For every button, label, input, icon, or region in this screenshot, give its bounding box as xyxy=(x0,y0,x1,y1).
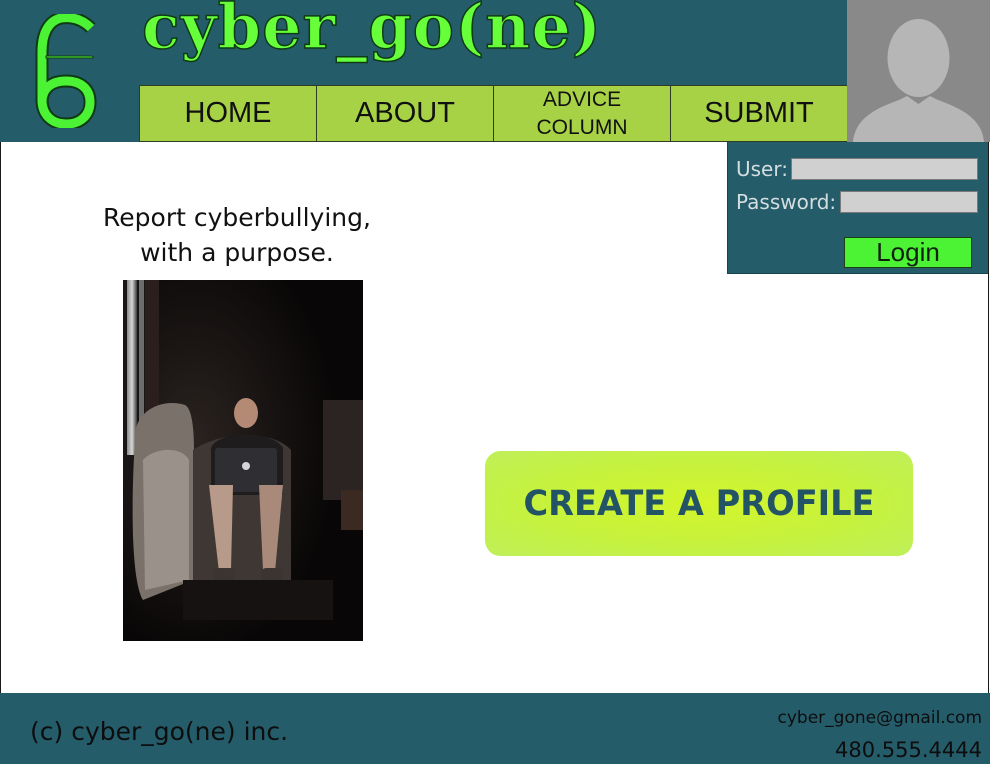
nav-advice-column[interactable]: ADVICE COLUMN xyxy=(494,85,671,142)
copyright-text: (c) cyber_go(ne) inc. xyxy=(30,717,289,746)
site-title: cyber_go(ne) xyxy=(141,0,603,64)
nav-about[interactable]: ABOUT xyxy=(317,85,494,142)
user-silhouette-icon xyxy=(853,19,984,142)
hero-tagline: Report cyberbullying, with a purpose. xyxy=(103,203,371,267)
contact-email[interactable]: cyber_gone@gmail.com xyxy=(778,708,983,728)
user-input[interactable] xyxy=(791,158,978,180)
login-panel: User: Password: Login xyxy=(727,142,989,274)
password-label: Password: xyxy=(736,190,837,214)
login-button[interactable]: Login xyxy=(844,237,972,268)
nav-submit[interactable]: SUBMIT xyxy=(671,85,848,142)
password-input[interactable] xyxy=(840,191,978,213)
main-nav: HOME ABOUT ADVICE COLUMN SUBMIT xyxy=(139,85,848,142)
create-profile-button[interactable]: CREATE A PROFILE xyxy=(484,451,914,556)
site-footer: (c) cyber_go(ne) inc. cyber_gone@gmail.c… xyxy=(0,693,990,764)
logo-icon[interactable] xyxy=(34,14,98,128)
avatar[interactable] xyxy=(847,0,990,142)
user-label: User: xyxy=(736,157,788,181)
nav-home[interactable]: HOME xyxy=(139,85,317,142)
contact-phone: 480.555.4444 xyxy=(835,738,982,762)
hero-photo xyxy=(123,280,363,641)
site-header: cyber_go(ne) HOME ABOUT ADVICE COLUMN SU… xyxy=(0,0,990,142)
